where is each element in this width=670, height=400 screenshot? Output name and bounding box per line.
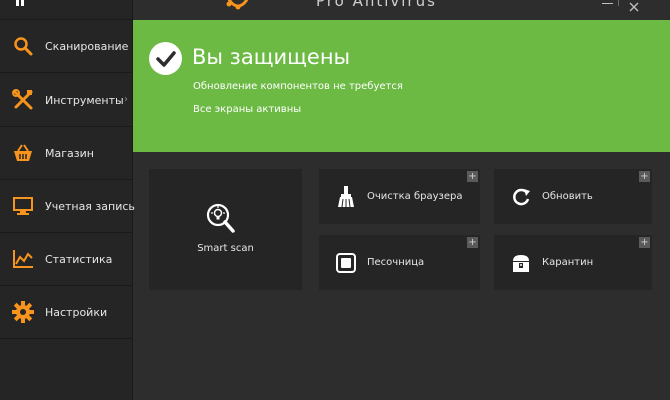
sidebar-item-label: Инструменты [45, 93, 124, 107]
update-tile[interactable]: + Обновить [494, 169, 652, 224]
menu-icon [16, 0, 30, 6]
sidebar: Сканирование Инструменты › Магазин Учетн… [0, 0, 135, 400]
checkmark-icon [149, 42, 182, 75]
tools-icon [12, 89, 34, 111]
browser-cleanup-label: Очистка браузера [367, 191, 463, 202]
close-button[interactable] [629, 0, 641, 12]
status-update-text: Обновление компонентов не требуется [193, 81, 403, 92]
sidebar-item-shop[interactable]: Магазин [0, 127, 133, 180]
sidebar-item-label: Статистика [45, 252, 113, 266]
sidebar-item-scan[interactable]: Сканирование [0, 20, 133, 73]
sandbox-tile[interactable]: + Песочница [319, 235, 480, 290]
minimize-icon [602, 3, 613, 4]
sandbox-label: Песочница [367, 257, 425, 268]
app-logo [225, 0, 251, 10]
monitor-icon [12, 195, 34, 217]
minimize-button[interactable] [602, 0, 614, 7]
smart-scan-icon [206, 203, 236, 235]
smart-scan-tile[interactable]: Smart scan [149, 169, 302, 290]
title-bar: Pro Antivirus [133, 0, 670, 20]
plus-icon[interactable]: + [639, 237, 650, 248]
broom-icon [335, 185, 357, 208]
quarantine-label: Карантин [542, 257, 594, 268]
app-window: Сканирование Инструменты › Магазин Учетн… [0, 0, 670, 400]
sandbox-icon [335, 252, 357, 274]
sidebar-item-label: Сканирование [45, 39, 129, 53]
update-label: Обновить [542, 191, 593, 202]
sidebar-item-account[interactable]: Учетная запись [0, 180, 135, 233]
sidebar-item-label: Магазин [45, 146, 94, 160]
basket-icon [12, 142, 34, 164]
plus-icon[interactable]: + [467, 237, 478, 248]
chest-icon [510, 252, 532, 274]
chevron-right-icon: › [124, 94, 128, 105]
plus-icon[interactable]: + [467, 171, 478, 182]
sidebar-item-label: Учетная запись [45, 199, 135, 213]
sidebar-item-label: Настройки [45, 305, 108, 319]
chart-icon [12, 248, 34, 270]
app-title: Pro Antivirus [316, 0, 437, 10]
quarantine-tile[interactable]: + Карантин [494, 235, 652, 290]
smart-scan-label: Smart scan [197, 243, 254, 254]
sidebar-item-tools[interactable]: Инструменты › [0, 74, 133, 127]
close-icon [629, 2, 639, 12]
magnifier-icon [12, 35, 34, 57]
protection-status-banner: Вы защищены Обновление компонентов не тр… [133, 20, 670, 152]
refresh-icon [510, 186, 532, 208]
status-shields-text: Все экраны активны [193, 104, 302, 115]
browser-cleanup-tile[interactable]: + Очистка браузера [319, 169, 480, 224]
gear-icon [12, 301, 34, 323]
sidebar-item-settings[interactable]: Настройки [0, 286, 133, 339]
title-bar-divider [618, 0, 619, 6]
status-title: Вы защищены [192, 45, 351, 69]
sidebar-item-statistics[interactable]: Статистика [0, 233, 133, 286]
sidebar-header[interactable] [0, 0, 133, 20]
plus-icon[interactable]: + [639, 171, 650, 182]
